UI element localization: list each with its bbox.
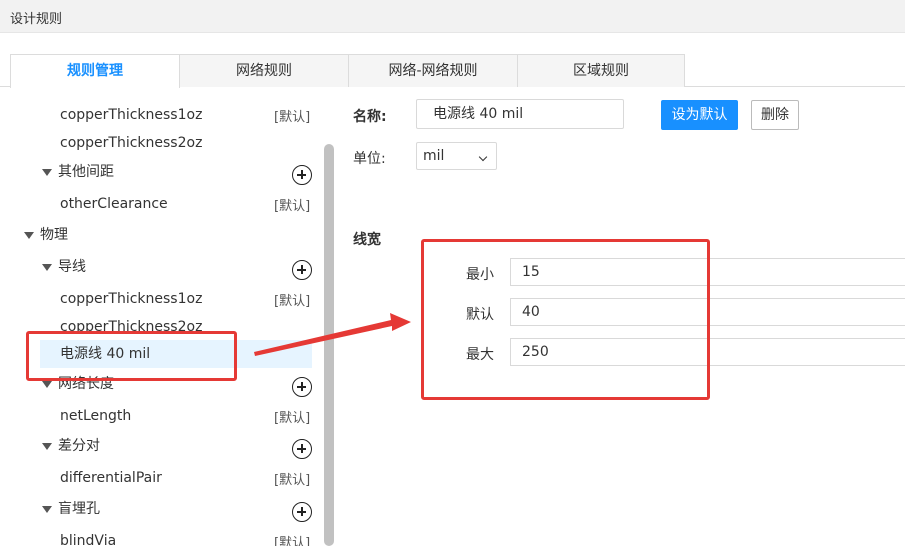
title-bar: 设计规则 <box>0 0 905 33</box>
window-title: 设计规则 <box>10 12 63 27</box>
tree-scrollbar[interactable] <box>324 144 334 546</box>
tree-group-other-clearance[interactable]: 其他间距 <box>58 158 114 186</box>
add-rule-icon[interactable] <box>292 377 312 397</box>
add-rule-icon[interactable] <box>292 439 312 459</box>
add-rule-icon[interactable] <box>292 502 312 522</box>
name-input[interactable]: 电源线 40 mil <box>416 99 624 129</box>
unit-select-value: mil <box>423 148 445 164</box>
set-default-button[interactable]: 设为默认 <box>661 100 738 130</box>
chevron-down-icon <box>478 152 488 162</box>
name-label: 名称: <box>353 109 387 125</box>
delete-button[interactable]: 删除 <box>751 100 799 130</box>
rule-tree: copperThickness1oz [默认] copperThickness2… <box>0 88 322 546</box>
section-title-width: 线宽 <box>353 232 381 248</box>
default-tag: [默认] <box>274 411 311 426</box>
tab-net-net-rules[interactable]: 网络-网络规则 <box>348 54 518 87</box>
tree-group-blind-via[interactable]: 盲埋孔 <box>58 495 100 523</box>
tree-item-differential-pair[interactable]: differentialPair <box>60 464 162 492</box>
annotation-box-selected-rule <box>26 331 237 381</box>
unit-label: 单位: <box>353 151 386 167</box>
tree-group-physical[interactable]: 物理 <box>40 221 68 249</box>
caret-down-icon[interactable] <box>42 169 52 176</box>
default-tag: [默认] <box>274 536 311 546</box>
unit-select[interactable]: mil <box>416 142 497 170</box>
caret-down-icon[interactable] <box>24 232 34 239</box>
tree-group-differential-pair[interactable]: 差分对 <box>58 432 100 460</box>
add-rule-icon[interactable] <box>292 260 312 280</box>
tab-net-rules[interactable]: 网络规则 <box>179 54 349 87</box>
caret-down-icon[interactable] <box>42 381 52 388</box>
default-tag: [默认] <box>274 473 311 488</box>
tree-item-other-clearance[interactable]: otherClearance <box>60 190 168 218</box>
caret-down-icon[interactable] <box>42 264 52 271</box>
annotation-box-width-fields <box>421 239 710 400</box>
tab-region-rules[interactable]: 区域规则 <box>517 54 685 87</box>
tree-item-net-length[interactable]: netLength <box>60 402 131 430</box>
tree-item-copper1oz-track[interactable]: copperThickness1oz <box>60 285 202 313</box>
caret-down-icon[interactable] <box>42 443 52 450</box>
add-rule-icon[interactable] <box>292 165 312 185</box>
default-tag: [默认] <box>274 294 311 309</box>
tree-item-blind-via[interactable]: blindVia <box>60 527 116 546</box>
default-tag: [默认] <box>274 199 311 214</box>
default-tag: [默认] <box>274 110 311 125</box>
caret-down-icon[interactable] <box>42 506 52 513</box>
tree-item-copper2oz[interactable]: copperThickness2oz <box>60 129 202 157</box>
tab-rule-management[interactable]: 规则管理 <box>10 54 180 88</box>
tree-item-copper1oz[interactable]: copperThickness1oz <box>60 101 202 129</box>
tab-bar: 规则管理 网络规则 网络-网络规则 区域规则 <box>0 54 905 88</box>
tree-group-track[interactable]: 导线 <box>58 253 86 281</box>
